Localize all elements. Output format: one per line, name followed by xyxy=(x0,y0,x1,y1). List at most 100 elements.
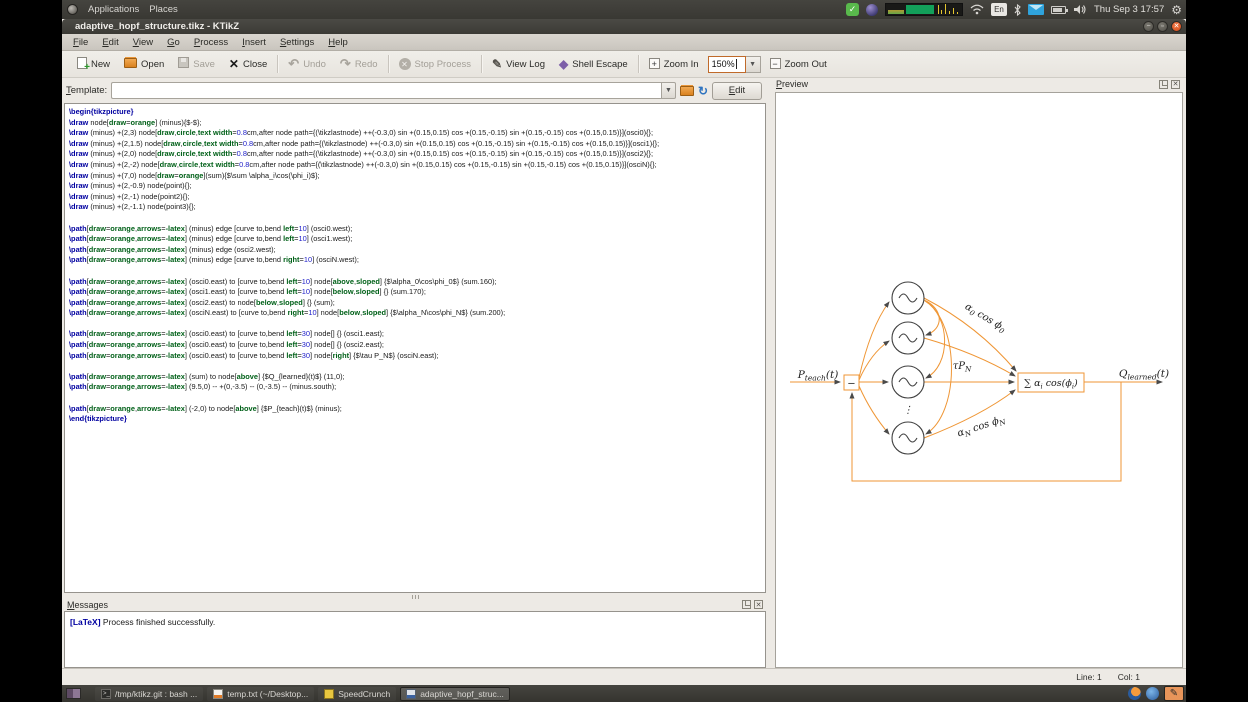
toolbar-button-close[interactable]: ✕Close xyxy=(222,53,274,75)
toolbar-button-open[interactable]: Open xyxy=(117,53,171,75)
toolbar-button-shell-escape[interactable]: ◆Shell Escape xyxy=(552,53,635,75)
zoom-in-icon: + xyxy=(649,58,660,70)
code-line[interactable]: \draw (minus) +(2,0) node[draw,circle,te… xyxy=(69,149,765,160)
zoom-level-value[interactable]: 150% xyxy=(708,56,746,73)
zoom-dropdown-arrow-icon[interactable]: ▼ xyxy=(746,56,761,73)
code-line[interactable] xyxy=(69,213,765,224)
new-document-icon: + xyxy=(77,57,87,72)
menu-file[interactable]: File xyxy=(66,37,95,48)
maximize-button[interactable]: ▫ xyxy=(1157,21,1168,32)
close-button[interactable]: ✕ xyxy=(1171,21,1182,32)
preview-pane[interactable]: Pteach(t) − ∑ αi cos(ϕi) α0 cos ϕ0 τPN α… xyxy=(775,92,1183,668)
messages-close-icon[interactable]: ✕ xyxy=(754,600,763,609)
template-input[interactable] xyxy=(111,82,661,99)
bluetooth-icon[interactable] xyxy=(1014,4,1021,16)
code-line[interactable] xyxy=(69,361,765,372)
code-line[interactable]: \end{tikzpicture} xyxy=(69,414,765,425)
taskbar-item-speedcrunch[interactable]: SpeedCrunch xyxy=(318,687,396,701)
close-x-icon: ✕ xyxy=(229,58,239,71)
code-line[interactable]: \path[draw=orange,arrows=-latex] (osci2.… xyxy=(69,298,765,309)
code-line[interactable]: \draw (minus) +(7,0) node[draw=orange](s… xyxy=(69,171,765,182)
code-line[interactable] xyxy=(69,266,765,277)
taskbar-item-text-editor[interactable]: temp.txt (~/Desktop... xyxy=(207,687,314,701)
messages-undock-icon[interactable] xyxy=(742,600,751,609)
app-tray-icon[interactable] xyxy=(1146,687,1159,700)
menu-edit[interactable]: Edit xyxy=(95,37,125,48)
menu-view[interactable]: View xyxy=(126,37,160,48)
code-line[interactable]: \draw (minus) +(2,3) node[draw,circle,te… xyxy=(69,128,765,139)
code-line[interactable]: \path[draw=orange,arrows=-latex] (minus)… xyxy=(69,234,765,245)
feedback-loop xyxy=(852,382,1121,481)
latex-tag: [LaTeX] xyxy=(70,617,101,627)
mail-tray-icon[interactable] xyxy=(1028,4,1044,15)
user-applet-icon[interactable] xyxy=(866,4,878,16)
menu-settings[interactable]: Settings xyxy=(273,37,321,48)
code-line[interactable]: \path[draw=orange,arrows=-latex] (sum) t… xyxy=(69,372,765,383)
code-line[interactable]: \path[draw=orange,arrows=-latex] (minus)… xyxy=(69,255,765,266)
volume-icon[interactable] xyxy=(1073,4,1087,15)
update-check-tray-icon[interactable]: ✓ xyxy=(846,3,859,16)
code-line[interactable]: \path[draw=orange,arrows=-latex] (9.5,0)… xyxy=(69,382,765,393)
taskbar-item-terminal[interactable]: >_/tmp/ktikz.git : bash ... xyxy=(95,687,203,701)
code-line[interactable]: \path[draw=orange,arrows=-latex] (minus)… xyxy=(69,245,765,256)
code-line[interactable] xyxy=(69,319,765,330)
code-line[interactable]: \draw (minus) +(2,-0.9) node(point){}; xyxy=(69,181,765,192)
menu-go[interactable]: Go xyxy=(160,37,187,48)
zoom-level-combobox[interactable]: 150%▼ xyxy=(708,56,761,73)
output-label: Qlearned(t) xyxy=(1119,368,1169,382)
code-line[interactable]: \path[draw=orange,arrows=-latex] (osci0.… xyxy=(69,351,765,362)
minimize-button[interactable]: − xyxy=(1143,21,1154,32)
places-menu[interactable]: Places xyxy=(149,4,178,15)
messages-log: [LaTeX] Process finished successfully. xyxy=(64,611,766,668)
code-line[interactable]: \path[draw=orange,arrows=-latex] (minus)… xyxy=(69,224,765,235)
workspace-switcher[interactable] xyxy=(66,688,81,699)
template-row: Template: ▼ ↻ Edit xyxy=(62,78,768,103)
code-line[interactable]: \path[draw=orange,arrows=-latex] (-2,0) … xyxy=(69,404,765,415)
code-line[interactable]: \begin{tikzpicture} xyxy=(69,107,765,118)
code-line[interactable]: \path[draw=orange,arrows=-latex] (osci0.… xyxy=(69,277,765,288)
menu-process[interactable]: Process xyxy=(187,37,235,48)
code-editor[interactable]: \begin{tikzpicture}\draw node[draw=orang… xyxy=(64,103,766,593)
menu-help[interactable]: Help xyxy=(321,37,355,48)
preview-close-icon[interactable]: ✕ xyxy=(1171,80,1180,89)
toolbar-separator xyxy=(481,55,482,73)
window-titlebar[interactable]: adaptive_hopf_structure.tikz - KTikZ − ▫… xyxy=(62,19,1186,34)
applications-menu[interactable]: Applications xyxy=(88,4,139,15)
firefox-tray-icon[interactable] xyxy=(1128,687,1141,700)
template-dropdown-arrow[interactable]: ▼ xyxy=(661,82,676,99)
session-menu-gear-icon[interactable]: ⚙ xyxy=(1171,4,1182,16)
distributor-logo-icon[interactable] xyxy=(67,4,78,15)
toolbar-button-view-log[interactable]: ✎View Log xyxy=(485,53,552,75)
template-reload-icon[interactable]: ↻ xyxy=(698,85,708,97)
preview-undock-icon[interactable] xyxy=(1159,80,1168,89)
minus-label: − xyxy=(847,379,855,390)
code-line[interactable] xyxy=(69,393,765,404)
toolbar-button-zoom-in[interactable]: +Zoom In xyxy=(642,53,706,75)
toolbar-button-new[interactable]: +New xyxy=(70,53,117,75)
code-line[interactable]: \draw (minus) +(2,-2) node[draw,circle,t… xyxy=(69,160,765,171)
ktikz-tray-icon[interactable]: ✎ xyxy=(1164,686,1184,701)
alpha0-label: α0 cos ϕ0 xyxy=(962,301,1008,336)
keyboard-layout-indicator[interactable]: En xyxy=(991,3,1007,16)
alphaN-label: αN cos ϕN xyxy=(956,414,1007,441)
code-line[interactable]: \draw (minus) +(2,-1) node(point2){}; xyxy=(69,192,765,203)
wifi-icon[interactable] xyxy=(970,4,984,15)
code-line[interactable]: \path[draw=orange,arrows=-latex] (osciN.… xyxy=(69,308,765,319)
text-caret xyxy=(736,59,737,69)
clock[interactable]: Thu Sep 3 17:57 xyxy=(1094,4,1164,15)
template-edit-button[interactable]: Edit xyxy=(712,82,762,100)
template-combobox[interactable]: ▼ xyxy=(111,82,676,99)
toolbar-button-zoom-out[interactable]: −Zoom Out xyxy=(763,53,834,75)
template-open-folder-icon[interactable] xyxy=(680,86,694,96)
battery-icon[interactable] xyxy=(1051,6,1066,14)
code-line[interactable]: \path[draw=orange,arrows=-latex] (osci0.… xyxy=(69,340,765,351)
system-monitor-applet[interactable] xyxy=(885,3,963,16)
menu-insert[interactable]: Insert xyxy=(235,37,273,48)
code-line[interactable]: \path[draw=orange,arrows=-latex] (osci0.… xyxy=(69,329,765,340)
code-line[interactable]: \draw node[draw=orange] (minus){$-$}; xyxy=(69,118,765,129)
toolbar-button-redo: ↷Redo xyxy=(333,53,385,75)
taskbar-item-ktikz[interactable]: adaptive_hopf_struc... xyxy=(400,687,510,701)
code-line[interactable]: \path[draw=orange,arrows=-latex] (osci1.… xyxy=(69,287,765,298)
code-line[interactable]: \draw (minus) +(2,1.5) node[draw,circle,… xyxy=(69,139,765,150)
code-line[interactable]: \draw (minus) +(2,-1.1) node(point3){}; xyxy=(69,202,765,213)
